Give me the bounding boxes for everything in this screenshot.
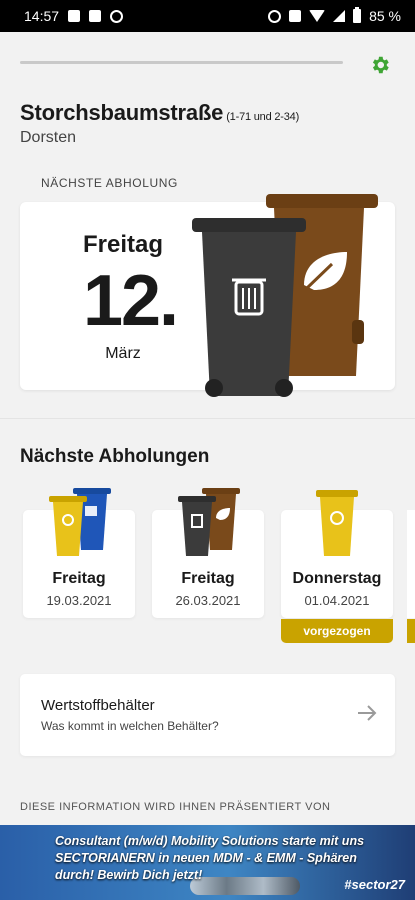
upcoming-pickup-card-4[interactable] xyxy=(407,510,415,618)
info-card-subtitle: Was kommt in welchen Behälter? xyxy=(41,719,219,733)
presented-by-label: DIESE INFORMATION WIRD IHNEN PRÄSENTIERT… xyxy=(20,801,331,813)
nfc-icon xyxy=(289,10,302,22)
battery-icon xyxy=(353,7,362,23)
next-pickup-date: 12. xyxy=(82,261,179,341)
location-header: Storchsbaumstraße (1-71 und 2-34) Dorsten… xyxy=(0,32,415,422)
gear-icon[interactable] xyxy=(367,52,393,78)
call-notification-icon xyxy=(110,9,124,23)
advertisement-banner[interactable]: Consultant (m/w/d) Mobility Solutions st… xyxy=(0,825,415,900)
upcoming-pickup-card-2[interactable]: Freitag 26.03.2021 xyxy=(152,488,264,618)
upcoming-pickup-card-1[interactable]: Freitag 19.03.2021 xyxy=(23,488,135,618)
arrow-right-icon[interactable] xyxy=(357,704,377,727)
gallery-notification-icon xyxy=(68,10,81,22)
upcoming-pickups-title: Nächste Abholungen xyxy=(20,446,210,467)
wifi-icon xyxy=(309,10,326,22)
house-number-range: (1-71 und 2-34) xyxy=(226,111,300,123)
status-time: 14:57 xyxy=(24,8,60,24)
status-bar: 14:57 85 % xyxy=(0,0,415,32)
rescheduled-badge-edge xyxy=(407,619,415,643)
next-pickup-label: NÄCHSTE ABHOLUNG xyxy=(41,176,178,190)
upcoming-date: 26.03.2021 xyxy=(175,593,241,608)
upcoming-pickup-card-3[interactable]: Donnerstag 01.04.2021 xyxy=(281,490,393,618)
upcoming-date: 19.03.2021 xyxy=(46,593,112,608)
next-pickup-day: Freitag xyxy=(82,231,163,258)
grey-brown-bins-icon xyxy=(178,488,240,556)
city-name: Dorsten xyxy=(20,129,77,146)
upcoming-day: Freitag xyxy=(52,570,106,587)
next-pickup-month: März xyxy=(105,345,141,362)
rescheduled-badge: vorgezogen xyxy=(281,619,393,643)
upcoming-date: 01.04.2021 xyxy=(304,593,370,608)
search-bar-line[interactable] xyxy=(20,61,343,64)
banner-text: Consultant (m/w/d) Mobility Solutions st… xyxy=(55,834,365,882)
street-name[interactable]: Storchsbaumstraße (1-71 und 2-34) xyxy=(20,100,299,126)
banner-brand: #sector27 xyxy=(344,877,405,892)
alarm-icon xyxy=(268,9,282,23)
street-title: Storchsbaumstraße xyxy=(20,100,224,125)
yellow-bin-icon xyxy=(316,490,358,556)
image-notification-icon xyxy=(89,10,102,22)
recycling-info-card[interactable]: Wertstoffbehälter Was kommt in welchen B… xyxy=(20,674,395,756)
next-pickup-bins xyxy=(192,194,378,397)
yellow-blue-bins-icon xyxy=(49,488,111,556)
battery-level: 85 % xyxy=(369,8,401,24)
info-card-title: Wertstoffbehälter xyxy=(41,697,155,714)
section-divider xyxy=(0,418,415,419)
upcoming-day: Donnerstag xyxy=(292,570,382,587)
residual-waste-bin-icon xyxy=(192,218,306,397)
upcoming-day: Freitag xyxy=(181,570,235,587)
signal-icon xyxy=(333,10,346,22)
